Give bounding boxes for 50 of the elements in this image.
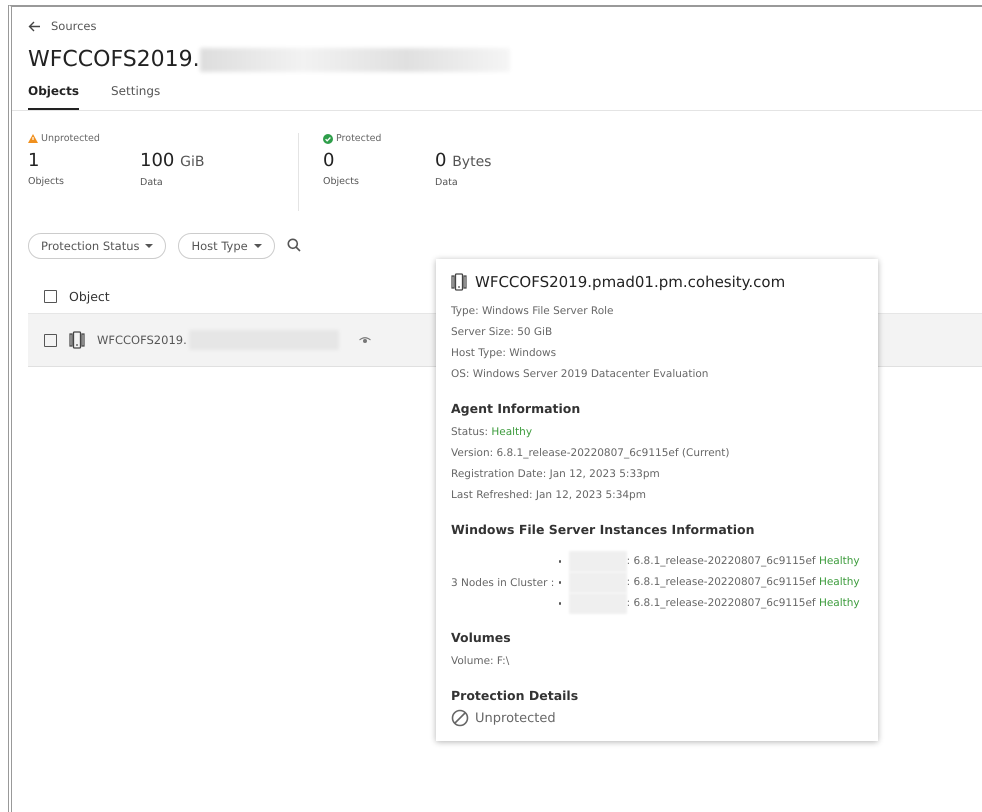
section-heading: Protection Details <box>451 688 580 703</box>
check-circle-icon <box>323 134 333 144</box>
filter-dropdown[interactable]: Host Type <box>178 233 275 259</box>
stat-label: Data <box>140 177 164 188</box>
node-version: : 6.8.1_release-20220807_6c9115ef Healthy <box>626 575 861 590</box>
eye-icon[interactable] <box>358 336 371 344</box>
bullet-icon <box>558 602 562 605</box>
protection-status: Unprotected <box>475 710 556 726</box>
tab[interactable]: Settings <box>111 84 160 110</box>
back-link[interactable]: Sources <box>51 19 96 33</box>
server-icon <box>69 331 85 349</box>
stat-label: Data <box>435 177 459 188</box>
prohibited-icon <box>451 709 469 727</box>
detail-text: Volume: F:\ <box>451 654 510 669</box>
column-header[interactable]: Object <box>69 288 110 304</box>
stat-label: Objects <box>28 176 65 187</box>
checkbox[interactable] <box>44 334 57 346</box>
status-label: Protected <box>336 133 382 144</box>
popover-title: WFCCOFS2019.pmad01.pm.cohesity.com <box>475 273 786 291</box>
status-label: Unprotected <box>41 133 100 144</box>
node-version: : 6.8.1_release-20220807_6c9115ef Healthy <box>626 596 861 611</box>
bullet-icon <box>558 560 562 563</box>
back-arrow-icon[interactable] <box>28 20 41 32</box>
detail-text: Status: Healthy <box>451 425 532 440</box>
detail-text: Server Size: 50 GiB <box>451 325 552 340</box>
stat-value: 0 Bytes <box>435 150 492 173</box>
detail-text: Version: 6.8.1_release-20220807_6c9115ef (Current) <box>451 446 730 461</box>
object-name[interactable]: WFCCOFS2019. <box>97 333 187 347</box>
section-heading: Windows File Server Instances Information <box>451 522 756 537</box>
detail-text: Host Type: Windows <box>451 346 556 361</box>
stat-value: 1 <box>28 150 40 172</box>
stat-value: 100 GiB <box>140 150 206 173</box>
detail-text: Registration Date: Jan 12, 2023 5:33pm <box>451 467 660 482</box>
filter-dropdown[interactable]: Protection Status <box>28 233 166 259</box>
tab[interactable]: Objects <box>28 84 80 110</box>
node-version: : 6.8.1_release-20220807_6c9115ef Healthy <box>626 554 861 569</box>
section-heading: Agent Information <box>451 401 582 416</box>
server-icon <box>451 273 467 291</box>
nodes-label: 3 Nodes in Cluster : <box>451 576 556 588</box>
warning-icon <box>28 134 38 143</box>
detail-text: OS: Windows Server 2019 Datacenter Evaluation <box>451 367 708 382</box>
stat-value: 0 <box>323 150 336 172</box>
bullet-icon <box>558 581 562 584</box>
detail-text: Last Refreshed: Jan 12, 2023 5:34pm <box>451 488 646 503</box>
page-title: WFCCOFS2019. <box>28 47 200 72</box>
detail-text: Type: Windows File Server Role <box>451 304 614 319</box>
stat-label: Objects <box>323 176 360 187</box>
section-heading: Volumes <box>451 630 512 645</box>
checkbox[interactable] <box>44 290 57 302</box>
search-icon[interactable] <box>286 238 301 252</box>
